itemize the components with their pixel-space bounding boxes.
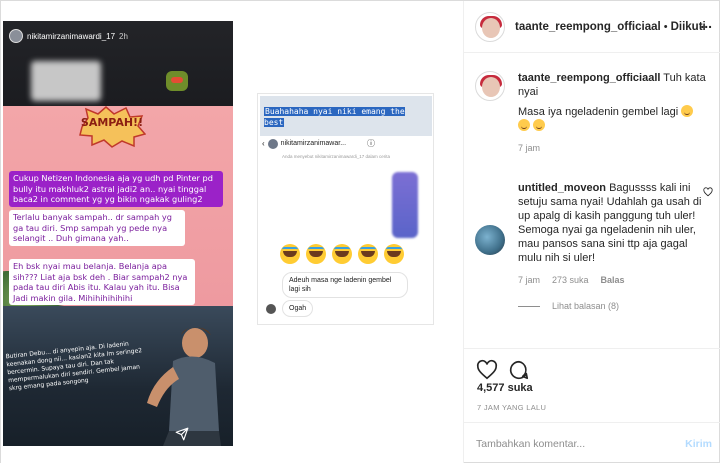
laughing-emoji-icon <box>306 244 326 264</box>
commenter-username[interactable]: untitled_moveon <box>518 182 606 194</box>
caption-time: 7 jam <box>518 143 541 153</box>
laughing-emoji-icon <box>384 244 404 264</box>
replies-divider <box>518 305 540 307</box>
post-media[interactable]: nikitamirzanimawardi_17 2h SAMPAH!! Cuku… <box>1 1 463 463</box>
post-side-panel: taante_reempong_officiaal • Diikuti ... … <box>463 1 720 463</box>
comment-bubble-icon[interactable] <box>508 359 530 381</box>
comment-input[interactable] <box>476 435 666 453</box>
inset-blurred-story <box>392 172 418 238</box>
back-arrow-icon: ‹ <box>262 139 265 148</box>
blurred-region <box>31 61 101 101</box>
caption-body: taante_reempong_officiaall Tuh kata nyai… <box>518 71 708 155</box>
inset-sender-avatar <box>266 304 276 314</box>
caption-meta: 7 jam <box>518 141 708 155</box>
author-avatar[interactable] <box>475 11 505 42</box>
story-caption-white-2: Eh bsk nyai mau belanja. Belanja apa sih… <box>9 259 195 305</box>
story-caption-purple: Cukup Netizen Indonesia aja yg udh pd Pi… <box>9 171 223 207</box>
story-avatar <box>9 29 23 43</box>
smile-emoji-icon <box>518 119 530 131</box>
comments-list: taante_reempong_officiaall Tuh kata nyai… <box>464 53 720 348</box>
separator-dot: • <box>663 20 668 33</box>
comment-time: 7 jam <box>518 275 541 285</box>
reply-button[interactable]: Balas <box>601 273 625 287</box>
more-options-icon[interactable]: ... <box>700 16 712 30</box>
inset-banner: Buahahaha nyai niki emang the best <box>260 96 432 136</box>
laughing-emoji-icon <box>358 244 378 264</box>
post-timestamp: 7 JAM YANG LALU <box>477 403 547 412</box>
comment-meta: 7 jam 273 suka Balas <box>518 273 708 287</box>
sampah-text: SAMPAH!! <box>80 116 144 129</box>
view-replies-button[interactable]: Lihat balasan (8) <box>518 299 708 313</box>
comment-text: Bagussss kali ini setuju sama nyai! Udah… <box>518 182 702 264</box>
story-screenshot: nikitamirzanimawardi_17 2h SAMPAH!! Cuku… <box>3 21 233 446</box>
inset-message-bubble-2: Ogah <box>282 300 314 317</box>
commenter-avatar[interactable] <box>475 225 505 255</box>
inset-banner-text: Buahahaha nyai niki emang the best <box>264 107 405 127</box>
view-replies-label: Lihat balasan (8) <box>552 301 620 311</box>
info-icon: ⓘ <box>367 139 376 148</box>
post-frame: nikitamirzanimawardi_17 2h SAMPAH!! Cuku… <box>0 0 720 463</box>
author-username[interactable]: taante_reempong_officiaal <box>515 21 661 33</box>
caption-username[interactable]: taante_reempong_officiaall <box>518 72 660 84</box>
comment-like-heart-icon[interactable] <box>703 187 713 197</box>
story-time: 2h <box>119 31 128 41</box>
post-comment-button[interactable]: Kirim <box>685 438 712 450</box>
inset-username: nikitamirzanimawar... <box>280 140 347 147</box>
story-username: nikitamirzanimawardi_17 <box>27 31 116 41</box>
smile-emoji-icon <box>681 105 694 117</box>
laughing-emoji-row <box>280 244 404 264</box>
inset-header: ‹ nikitamirzanimawar... ⓘ <box>262 138 375 149</box>
add-comment-bar: Kirim <box>464 422 720 463</box>
dm-screenshot-inset: Buahahaha nyai niki emang the best ‹ nik… <box>257 93 434 325</box>
laughing-emoji-icon <box>332 244 352 264</box>
inset-subtitle: Anda menyebut nikitamirzanimawardi_17 da… <box>282 154 391 159</box>
story-header: nikitamirzanimawardi_17 2h <box>9 29 128 43</box>
smile-emoji-icon <box>533 119 546 131</box>
inset-avatar <box>267 138 278 149</box>
caption-text-2: Masa iya ngeladenin gembel lagi <box>518 106 679 118</box>
inset-message-bubble-1: Adeuh masa nge ladenin gembel lagi sih <box>282 272 408 298</box>
caption-avatar[interactable] <box>475 71 505 101</box>
frog-sticker <box>166 71 188 91</box>
laughing-emoji-icon <box>280 244 300 264</box>
sampah-sticker: SAMPAH!! <box>78 106 147 148</box>
story-caption-white-1: Terlalu banyak sampah.. dr sampah yg ga … <box>9 210 185 246</box>
like-heart-icon[interactable] <box>476 359 498 381</box>
direct-share-icon[interactable] <box>175 427 189 441</box>
comment-body: untitled_moveon Bagussss kali ini setuju… <box>518 181 708 313</box>
post-header: taante_reempong_officiaal • Diikuti ... <box>464 1 720 53</box>
comment-likes[interactable]: 273 suka <box>552 273 589 287</box>
like-count[interactable]: 4,577 suka <box>477 382 533 394</box>
